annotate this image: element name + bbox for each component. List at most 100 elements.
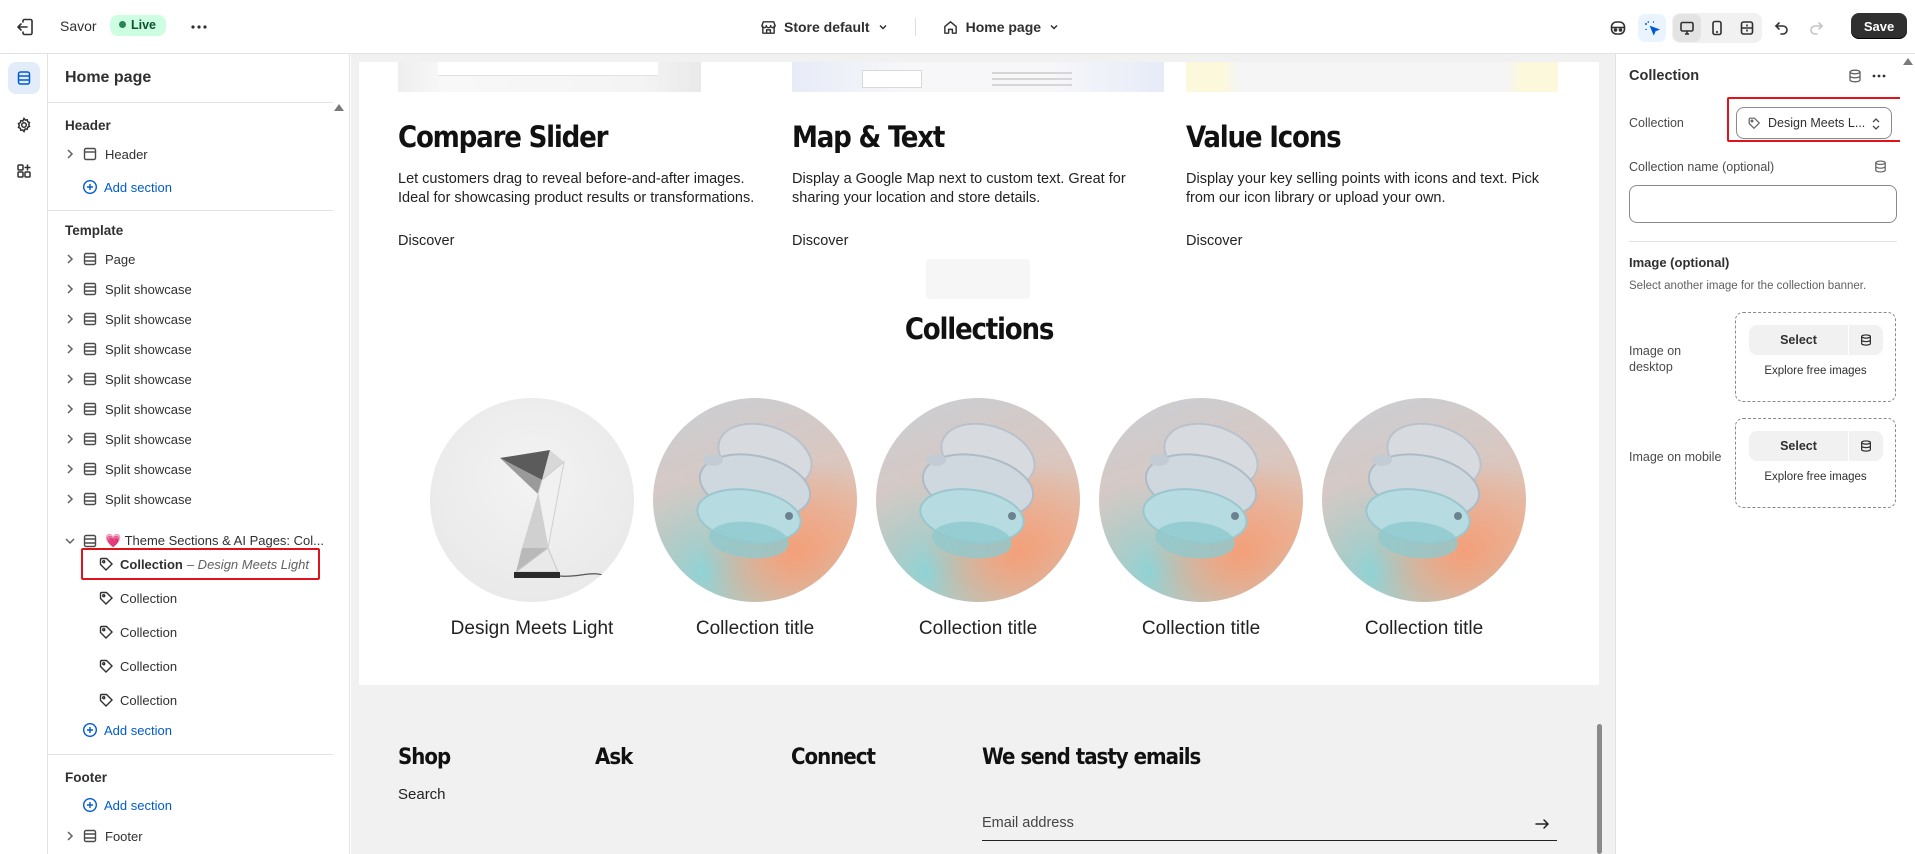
dynamic-source-button[interactable] [1849, 431, 1883, 461]
collection-name-input[interactable] [1629, 185, 1897, 223]
section-split-showcase[interactable]: Split showcase [62, 306, 192, 332]
section-icon [83, 252, 97, 266]
section-icon [83, 312, 97, 326]
section-split-showcase[interactable]: Split showcase [62, 336, 192, 362]
feature-title: Compare Slider [398, 120, 608, 154]
select-button[interactable]: Select [1749, 325, 1849, 355]
chevron-right-icon[interactable] [62, 401, 78, 417]
page-selector[interactable]: Home page [942, 19, 1060, 36]
page-selector-label: Home page [965, 19, 1042, 35]
image-description: Select another image for the collection … [1629, 280, 1867, 292]
collection-title[interactable]: Collection title [1304, 618, 1544, 640]
select-image-mobile[interactable]: Select [1749, 431, 1883, 461]
arrow-right-icon[interactable] [1533, 815, 1551, 833]
add-section-label: Add section [104, 797, 172, 813]
chevron-down-icon[interactable] [62, 533, 78, 549]
desktop-view-button[interactable] [1673, 14, 1701, 42]
storefront-preview: Compare Slider Let customers drag to rev… [359, 62, 1599, 854]
collection-title[interactable]: Collection title [858, 618, 1098, 640]
section-page[interactable]: Page [62, 246, 135, 272]
block-collection[interactable]: Collection [98, 653, 177, 679]
section-header[interactable]: Header [62, 141, 148, 167]
collection-field-label: Collection [1629, 116, 1684, 130]
chevron-right-icon[interactable] [62, 341, 78, 357]
collection-title[interactable]: Design Meets Light [412, 618, 652, 640]
chevron-right-icon[interactable] [62, 431, 78, 447]
email-placeholder: Email address [982, 815, 1074, 831]
add-section-header[interactable]: Add section [82, 176, 172, 198]
divider [1629, 241, 1897, 242]
panel-title: Home page [65, 69, 152, 86]
collection-image-abstract[interactable] [1322, 398, 1526, 602]
newsletter-email-input[interactable]: Email address [982, 811, 1557, 841]
database-icon[interactable] [1847, 68, 1863, 84]
collection-image-abstract[interactable] [1099, 398, 1303, 602]
theme-selector[interactable]: Store default [760, 19, 889, 36]
footer-heading-ask: Ask [595, 745, 633, 770]
explore-free-images-link[interactable]: Explore free images [1736, 471, 1895, 483]
collection-image-lamp[interactable] [430, 398, 634, 602]
settings-scrollbar[interactable] [1900, 54, 1915, 854]
explore-free-images-link[interactable]: Explore free images [1736, 365, 1895, 377]
redo-button[interactable] [1802, 14, 1830, 42]
database-icon[interactable] [1873, 159, 1888, 174]
chevron-right-icon[interactable] [62, 491, 78, 507]
block-collection[interactable]: Collection [98, 687, 177, 713]
sections-icon [17, 71, 31, 85]
chevron-right-icon[interactable] [62, 371, 78, 387]
more-options-icon[interactable] [1870, 67, 1888, 85]
select-image-desktop[interactable]: Select [1749, 325, 1883, 355]
section-icon [83, 462, 97, 476]
select-button[interactable]: Select [1749, 431, 1849, 461]
sections-panel: Home page Header Header Add section Temp… [48, 54, 350, 854]
feature-value-icons: Value Icons Display your key selling poi… [1186, 118, 1556, 249]
dynamic-source-button[interactable] [1849, 325, 1883, 355]
settings-nav-button[interactable] [8, 109, 40, 141]
footer-link-search[interactable]: Search [398, 786, 446, 803]
add-section-label: Add section [104, 179, 172, 195]
mobile-view-button[interactable] [1703, 14, 1731, 42]
fullwidth-view-button[interactable] [1733, 14, 1761, 42]
scroll-up-arrow[interactable] [1903, 58, 1913, 65]
section-label: Split showcase [105, 371, 192, 387]
collection-title[interactable]: Collection title [635, 618, 875, 640]
database-icon [1861, 334, 1871, 346]
section-split-showcase[interactable]: Split showcase [62, 366, 192, 392]
block-collection[interactable]: Collection [98, 585, 177, 611]
collection-image-abstract[interactable] [653, 398, 857, 602]
section-icon [83, 372, 97, 386]
collection-title[interactable]: Collection title [1081, 618, 1321, 640]
sections-nav-button[interactable] [8, 62, 40, 94]
chevron-right-icon[interactable] [62, 281, 78, 297]
collection-image-abstract[interactable] [876, 398, 1080, 602]
scroll-up-arrow[interactable] [334, 104, 344, 111]
settings-panel: Collection Collection Design Meets L... … [1615, 54, 1903, 854]
add-section-footer[interactable]: Add section [82, 794, 172, 816]
section-footer[interactable]: Footer [62, 823, 143, 849]
section-label: Page [105, 251, 136, 267]
discover-link[interactable]: Discover [1186, 233, 1556, 249]
footer-heading-connect: Connect [791, 745, 876, 770]
chevron-right-icon[interactable] [62, 311, 78, 327]
block-collection[interactable]: Collection [98, 619, 177, 645]
discover-link[interactable]: Discover [792, 233, 1162, 249]
more-options-icon[interactable] [188, 16, 210, 38]
apps-nav-button[interactable] [8, 155, 40, 187]
discover-link[interactable]: Discover [398, 233, 768, 249]
save-button[interactable]: Save [1851, 13, 1907, 39]
ai-sidekick-button[interactable] [1604, 14, 1632, 42]
undo-button[interactable] [1768, 14, 1796, 42]
inspector-button[interactable] [1638, 14, 1666, 42]
exit-icon[interactable] [14, 16, 36, 38]
section-split-showcase[interactable]: Split showcase [62, 276, 192, 302]
chevron-right-icon[interactable] [62, 461, 78, 477]
chevron-right-icon[interactable] [62, 251, 78, 267]
add-section-template[interactable]: Add section [82, 719, 172, 741]
canvas-scrollbar[interactable] [1597, 724, 1602, 854]
chevron-right-icon[interactable] [62, 828, 78, 844]
section-split-showcase[interactable]: Split showcase [62, 396, 192, 422]
chevron-right-icon[interactable] [62, 146, 78, 162]
section-split-showcase[interactable]: Split showcase [62, 426, 192, 452]
section-split-showcase[interactable]: Split showcase [62, 456, 192, 482]
section-split-showcase[interactable]: Split showcase [62, 486, 192, 512]
